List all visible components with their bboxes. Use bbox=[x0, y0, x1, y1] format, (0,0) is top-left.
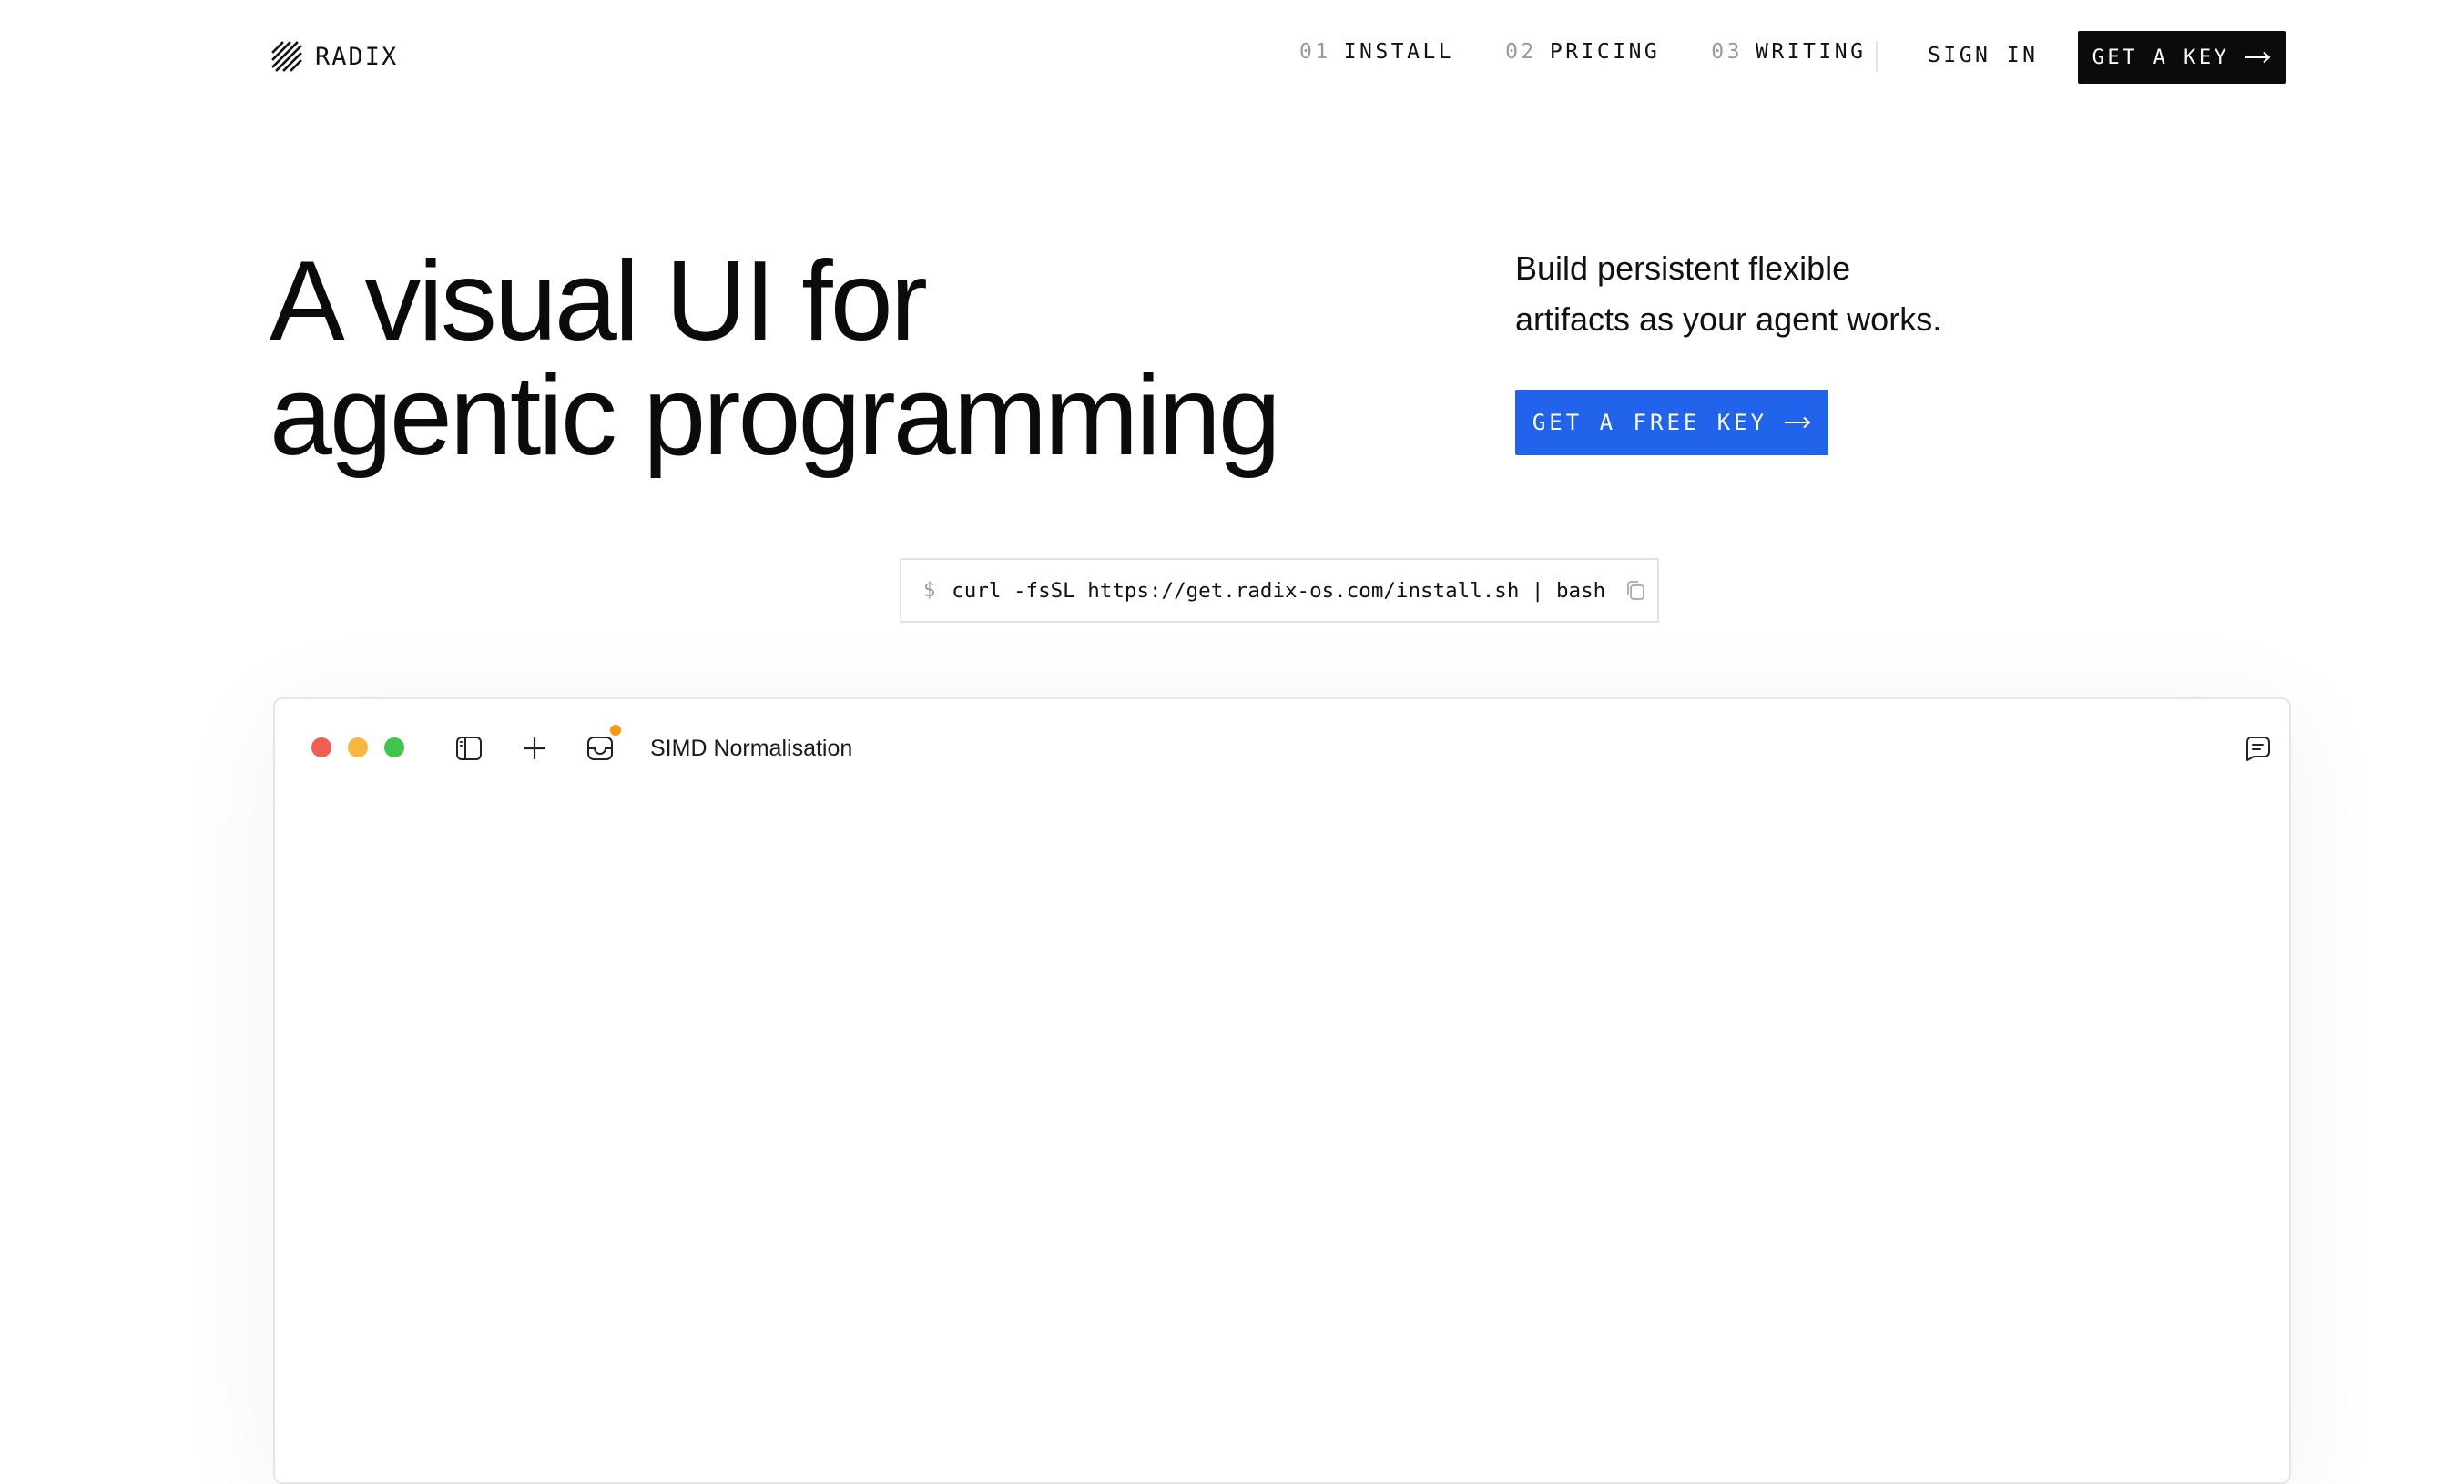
chat-icon bbox=[2246, 737, 2270, 761]
nav-label: PRICING bbox=[1549, 40, 1661, 64]
nav-links: 01 INSTALL 02 PRICING 03 WRITING bbox=[1299, 40, 1866, 64]
nav-divider bbox=[1876, 41, 1878, 72]
hero-subhead-line-2: artifacts as your agent works. bbox=[1515, 300, 1942, 338]
nav-link-install[interactable]: 01 INSTALL bbox=[1299, 40, 1454, 64]
shell-prompt: $ bbox=[923, 579, 936, 602]
nav-label: INSTALL bbox=[1343, 40, 1455, 64]
top-nav: RADIX 01 INSTALL 02 PRICING 03 WRITING S… bbox=[0, 0, 2464, 115]
copy-icon bbox=[1627, 580, 1645, 600]
install-command-box: $ curl -fsSL https://get.radix-os.com/in… bbox=[900, 558, 1659, 623]
chat-button[interactable] bbox=[2242, 733, 2273, 764]
arrow-right-icon bbox=[2245, 51, 2271, 64]
inbox-icon bbox=[587, 737, 613, 760]
notification-badge bbox=[610, 725, 621, 736]
hero-headline: A visual UI for agentic programming bbox=[270, 239, 1281, 479]
install-command[interactable]: curl -fsSL https://get.radix-os.com/inst… bbox=[952, 579, 1605, 603]
brand-logo-link[interactable]: RADIX bbox=[271, 38, 398, 75]
nav-number: 02 bbox=[1505, 40, 1537, 64]
nav-number: 01 bbox=[1299, 40, 1331, 64]
window-maximize-dot[interactable] bbox=[384, 737, 404, 757]
window-titlebar: SIMD Normalisation bbox=[275, 699, 2289, 796]
get-a-key-label: GET A KEY bbox=[2092, 46, 2230, 69]
nav-number: 03 bbox=[1711, 40, 1743, 64]
hero-subhead-line-1: Build persistent flexible bbox=[1515, 249, 1851, 287]
get-free-key-label: GET A FREE KEY bbox=[1532, 410, 1768, 435]
nav-link-writing[interactable]: 03 WRITING bbox=[1711, 40, 1866, 64]
hero-headline-line-1: A visual UI for bbox=[270, 239, 928, 364]
sidebar-toggle-button[interactable] bbox=[453, 733, 484, 764]
plus-icon bbox=[523, 737, 546, 760]
diagonal-stripes-logo-icon bbox=[271, 41, 302, 72]
sidebar-toggle-icon bbox=[456, 737, 482, 760]
hero-headline-line-2: agentic programming bbox=[270, 353, 1281, 479]
inbox-button[interactable] bbox=[585, 733, 616, 764]
copy-button[interactable] bbox=[1622, 577, 1649, 605]
brand-name: RADIX bbox=[315, 42, 399, 71]
get-a-key-button[interactable]: GET A KEY bbox=[2078, 31, 2286, 84]
nav-label: WRITING bbox=[1755, 40, 1867, 64]
new-tab-button[interactable] bbox=[519, 733, 550, 764]
nav-link-pricing[interactable]: 02 PRICING bbox=[1505, 40, 1660, 64]
get-free-key-button[interactable]: GET A FREE KEY bbox=[1515, 390, 1828, 455]
window-close-dot[interactable] bbox=[311, 737, 331, 757]
hero-subhead: Build persistent flexible artifacts as y… bbox=[1515, 243, 2025, 345]
window-minimize-dot[interactable] bbox=[348, 737, 368, 757]
arrow-right-icon bbox=[1785, 416, 1811, 429]
window-title: SIMD Normalisation bbox=[650, 736, 853, 761]
sign-in-link[interactable]: SIGN IN bbox=[1928, 44, 2038, 67]
app-window-preview: SIMD Normalisation bbox=[273, 697, 2291, 1484]
